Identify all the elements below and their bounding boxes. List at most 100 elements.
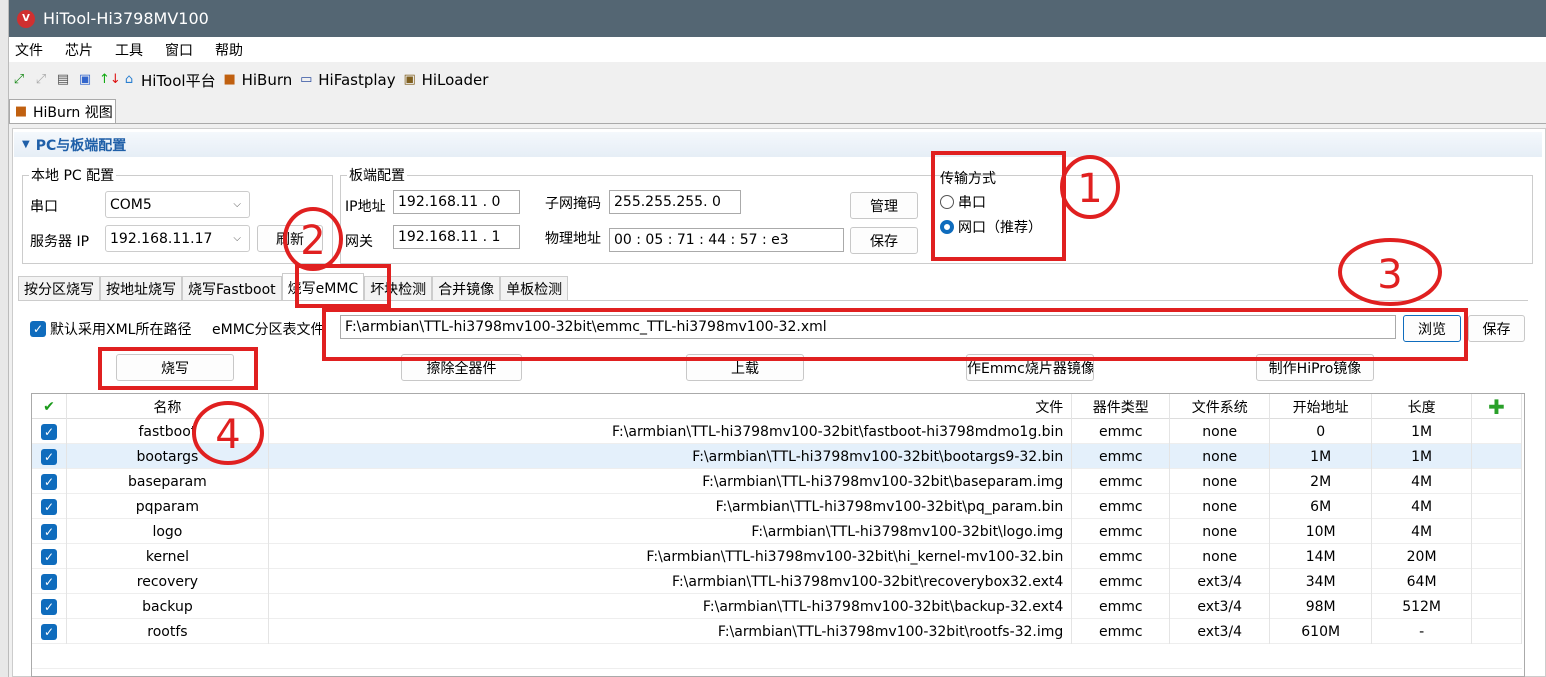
cell-length: 4M [1372, 494, 1473, 519]
function-tabs: 按分区烧写 按地址烧写 烧写Fastboot 烧写eMMC 坏块检测 合并镜像 … [18, 273, 569, 301]
cell-length: - [1372, 619, 1473, 644]
row-checkbox[interactable]: ✓ [32, 569, 67, 594]
browse-button[interactable]: 浏览 [1403, 315, 1461, 342]
erase-all-button[interactable]: 擦除全器件 [401, 354, 522, 381]
table-row[interactable]: ✓ rootfs F:\armbian\TTL-hi3798mv100-32bit\… [32, 619, 1523, 644]
refresh-button[interactable]: 刷新 [257, 225, 323, 252]
tab-board-check[interactable]: 单板检测 [500, 276, 569, 301]
tab-merge-image[interactable]: 合并镜像 [432, 276, 501, 301]
cell-file: F:\armbian\TTL-hi3798mv100-32bit\backup-… [269, 594, 1073, 619]
table-row[interactable]: ✓ bootargs F:\armbian\TTL-hi3798mv100-32bi… [32, 444, 1523, 469]
row-checkbox[interactable]: ✓ [32, 519, 67, 544]
row-checkbox[interactable]: ✓ [32, 619, 67, 644]
cell-filesystem: ext3/4 [1170, 619, 1271, 644]
table-row[interactable]: ✓ kernel F:\armbian\TTL-hi3798mv100-32bit\… [32, 544, 1523, 569]
checkbox-checked-icon: ✓ [40, 473, 57, 490]
table-row[interactable]: ✓ pqparam F:\armbian\TTL-hi3798mv100-32bit… [32, 494, 1523, 519]
checkbox-checked-icon: ✓ [40, 598, 57, 615]
row-checkbox[interactable]: ✓ [32, 444, 67, 469]
view-tab-hiburn[interactable]: ■ HiBurn 视图 [9, 99, 116, 124]
section-header[interactable]: ▼ PC与板端配置 [14, 132, 1542, 157]
divider [18, 300, 1528, 301]
header-length[interactable]: 长度 [1372, 394, 1473, 419]
header-filesystem[interactable]: 文件系统 [1170, 394, 1271, 419]
gateway-label: 网关 [345, 234, 373, 250]
cell-filesystem: none [1170, 419, 1271, 444]
table-row[interactable]: ✓ recovery F:\armbian\TTL-hi3798mv100-32bi… [32, 569, 1523, 594]
cell-filesystem: ext3/4 [1170, 569, 1271, 594]
header-name[interactable]: 名称 [67, 394, 269, 419]
cell-file: F:\armbian\TTL-hi3798mv100-32bit\bootarg… [269, 444, 1073, 469]
row-checkbox[interactable]: ✓ [32, 544, 67, 569]
cell-file: F:\armbian\TTL-hi3798mv100-32bit\pq_para… [269, 494, 1073, 519]
menu-chip[interactable]: 芯片 [65, 40, 93, 60]
manage-button[interactable]: 管理 [850, 192, 918, 219]
menu-window[interactable]: 窗口 [165, 40, 193, 60]
cell-name: kernel [67, 544, 269, 569]
make-emmc-image-button[interactable]: 作Emmc烧片器镜像 [966, 354, 1094, 381]
toolbar-hiburn[interactable]: ■ HiBurn [222, 71, 292, 89]
burn-button[interactable]: 烧写 [116, 354, 234, 381]
mask-field[interactable]: 255.255.255. 0 [609, 190, 741, 214]
terminal-icon[interactable]: ▣ [77, 72, 93, 88]
add-row-plus-icon[interactable]: ✚ [1472, 394, 1523, 419]
cell-name: logo [67, 519, 269, 544]
mac-label: 物理地址 [545, 231, 601, 247]
cell-start-address: 2M [1270, 469, 1373, 494]
connect-icon[interactable]: ⤢ [11, 72, 27, 88]
gateway-field[interactable]: 192.168.11 . 1 [393, 225, 520, 249]
radio-network[interactable]: 网口（推荐） [940, 217, 1042, 237]
cell-start-address: 6M [1270, 494, 1373, 519]
server-ip-select[interactable]: 192.168.11.17 ⌵ [105, 225, 250, 252]
ip-field[interactable]: 192.168.11 . 0 [393, 190, 520, 214]
transfer-arrows-icon[interactable]: ↑↓ [99, 72, 121, 88]
network-config-icon[interactable]: ▤ [55, 72, 71, 88]
tab-badblock[interactable]: 坏块检测 [364, 276, 433, 301]
header-file[interactable]: 文件 [269, 394, 1073, 419]
table-file-field[interactable]: F:\armbian\TTL-hi3798mv100-32bit\emmc_TT… [340, 315, 1396, 339]
tab-emmc-burn[interactable]: 烧写eMMC [281, 273, 365, 301]
header-start-address[interactable]: 开始地址 [1270, 394, 1373, 419]
table-row[interactable]: ✓ fastboot F:\armbian\TTL-hi3798mv100-32bi… [32, 419, 1523, 444]
table-row[interactable]: ✓ baseparam F:\armbian\TTL-hi3798mv100-32b… [32, 469, 1523, 494]
cell-empty [1472, 519, 1523, 544]
cell-device-type: emmc [1072, 594, 1171, 619]
tab-fastboot-burn[interactable]: 烧写Fastboot [182, 276, 282, 301]
save-board-button[interactable]: 保存 [850, 227, 918, 254]
checkbox-checked-icon: ✓ [40, 573, 57, 590]
cell-length: 4M [1372, 469, 1473, 494]
toolbar-hifastplay[interactable]: ▭ HiFastplay [298, 71, 396, 89]
menu-file[interactable]: 文件 [15, 40, 43, 60]
make-hipro-image-button[interactable]: 制作HiPro镜像 [1256, 354, 1374, 381]
toolbar-hitool[interactable]: ⌂ HiTool平台 [121, 70, 216, 91]
radio-serial[interactable]: 串口 [940, 192, 986, 212]
hifastplay-icon: ▭ [300, 72, 313, 87]
table-row[interactable]: ✓ logo F:\armbian\TTL-hi3798mv100-32bit\lo… [32, 519, 1523, 544]
header-device-type[interactable]: 器件类型 [1072, 394, 1171, 419]
tab-address-burn[interactable]: 按地址烧写 [100, 276, 182, 301]
cell-filesystem: none [1170, 494, 1271, 519]
row-checkbox[interactable]: ✓ [32, 594, 67, 619]
cell-file: F:\armbian\TTL-hi3798mv100-32bit\logo.im… [269, 519, 1073, 544]
cell-length: 512M [1372, 594, 1473, 619]
cell-empty [1472, 594, 1523, 619]
row-checkbox[interactable]: ✓ [32, 419, 67, 444]
toolbar-hiloader[interactable]: ▣ HiLoader [402, 71, 488, 89]
disconnect-icon[interactable]: ⤢ [33, 72, 49, 88]
menu-tools[interactable]: 工具 [115, 40, 143, 60]
save-xml-button[interactable]: 保存 [1468, 315, 1525, 342]
serial-select[interactable]: COM5 ⌵ [105, 191, 250, 218]
menu-help[interactable]: 帮助 [215, 40, 243, 60]
transfer-label: 传输方式 [940, 171, 996, 187]
pc-config-legend: 本地 PC 配置 [31, 168, 115, 184]
cell-name: fastboot [67, 419, 269, 444]
row-checkbox[interactable]: ✓ [32, 494, 67, 519]
default-xml-checkbox[interactable]: ✓ 默认采用XML所在路径 [30, 319, 191, 339]
row-checkbox[interactable]: ✓ [32, 469, 67, 494]
checkbox-checked-icon: ✓ [40, 448, 57, 465]
select-all-check-icon[interactable]: ✔ [32, 394, 67, 419]
mac-field[interactable]: 00 : 05 : 71 : 44 : 57 : e3 [609, 228, 844, 252]
table-row[interactable]: ✓ backup F:\armbian\TTL-hi3798mv100-32bit\… [32, 594, 1523, 619]
tab-partition-burn[interactable]: 按分区烧写 [18, 276, 100, 301]
upload-button[interactable]: 上载 [686, 354, 804, 381]
